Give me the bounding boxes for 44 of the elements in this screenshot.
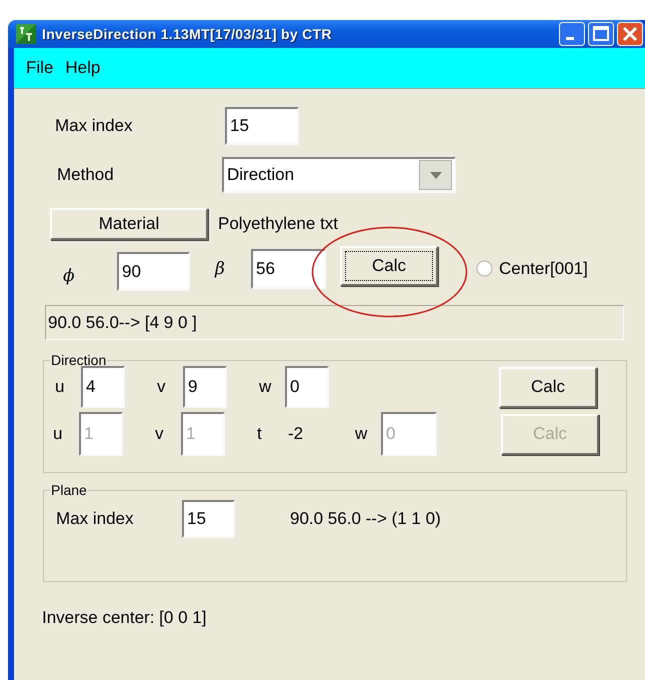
field-label: w xyxy=(258,377,272,397)
angle-symbol: ϕ xyxy=(63,266,76,286)
radio-label: Center[001] xyxy=(499,258,588,278)
group-title: Direction xyxy=(50,352,108,368)
number-field: 0 xyxy=(381,412,437,456)
angle-field[interactable]: 56 xyxy=(251,248,326,288)
method-dropdown[interactable]: Direction xyxy=(222,157,456,193)
menu-item[interactable]: Help xyxy=(59,58,106,78)
close-button[interactable] xyxy=(617,22,643,46)
number-field: 1 xyxy=(79,412,123,456)
max-index-field[interactable]: 15 xyxy=(182,500,235,538)
field-label: Max index xyxy=(55,116,134,136)
window-title: InverseDirection 1.13MT[17/03/31] by CTR xyxy=(42,26,332,42)
file-name: Polyethylene txt xyxy=(218,214,338,234)
field-label: Max index xyxy=(56,509,134,529)
menu-item[interactable]: File xyxy=(20,58,60,78)
number-field[interactable]: 0 xyxy=(285,366,329,408)
number-field[interactable]: 9 xyxy=(183,366,227,408)
field-label: v xyxy=(154,424,164,444)
number-field: 1 xyxy=(181,412,225,456)
minimize-button[interactable] xyxy=(559,22,585,46)
angle-symbol: β xyxy=(215,258,226,278)
plane-result: 90.0 56.0 --> (1 1 0) xyxy=(290,509,441,529)
group-title: Plane xyxy=(50,482,88,498)
t-value: -2 xyxy=(287,424,304,444)
radio-button[interactable] xyxy=(476,260,493,277)
maximize-button[interactable] xyxy=(588,22,614,46)
material-button[interactable]: Material xyxy=(50,208,208,240)
field-label: t xyxy=(256,424,263,444)
calc-button: Calc xyxy=(501,414,599,454)
status-text: Inverse center: [0 0 1] xyxy=(42,608,208,628)
field-label: Method xyxy=(57,165,115,185)
max-index-field[interactable]: 15 xyxy=(225,107,299,145)
field-label: u xyxy=(54,377,66,397)
field-label: v xyxy=(156,377,166,397)
field-label: u xyxy=(52,424,64,444)
calc-button[interactable]: Calc xyxy=(340,246,438,286)
angle-field[interactable]: 90 xyxy=(117,252,190,291)
app-icon xyxy=(16,24,36,44)
dropdown-arrow-icon xyxy=(430,172,442,178)
number-field[interactable]: 4 xyxy=(81,366,125,408)
calc-button[interactable]: Calc xyxy=(499,366,597,408)
field-label: w xyxy=(354,424,368,444)
result-field: 90.0 56.0--> [4 9 0 ] xyxy=(45,305,624,340)
